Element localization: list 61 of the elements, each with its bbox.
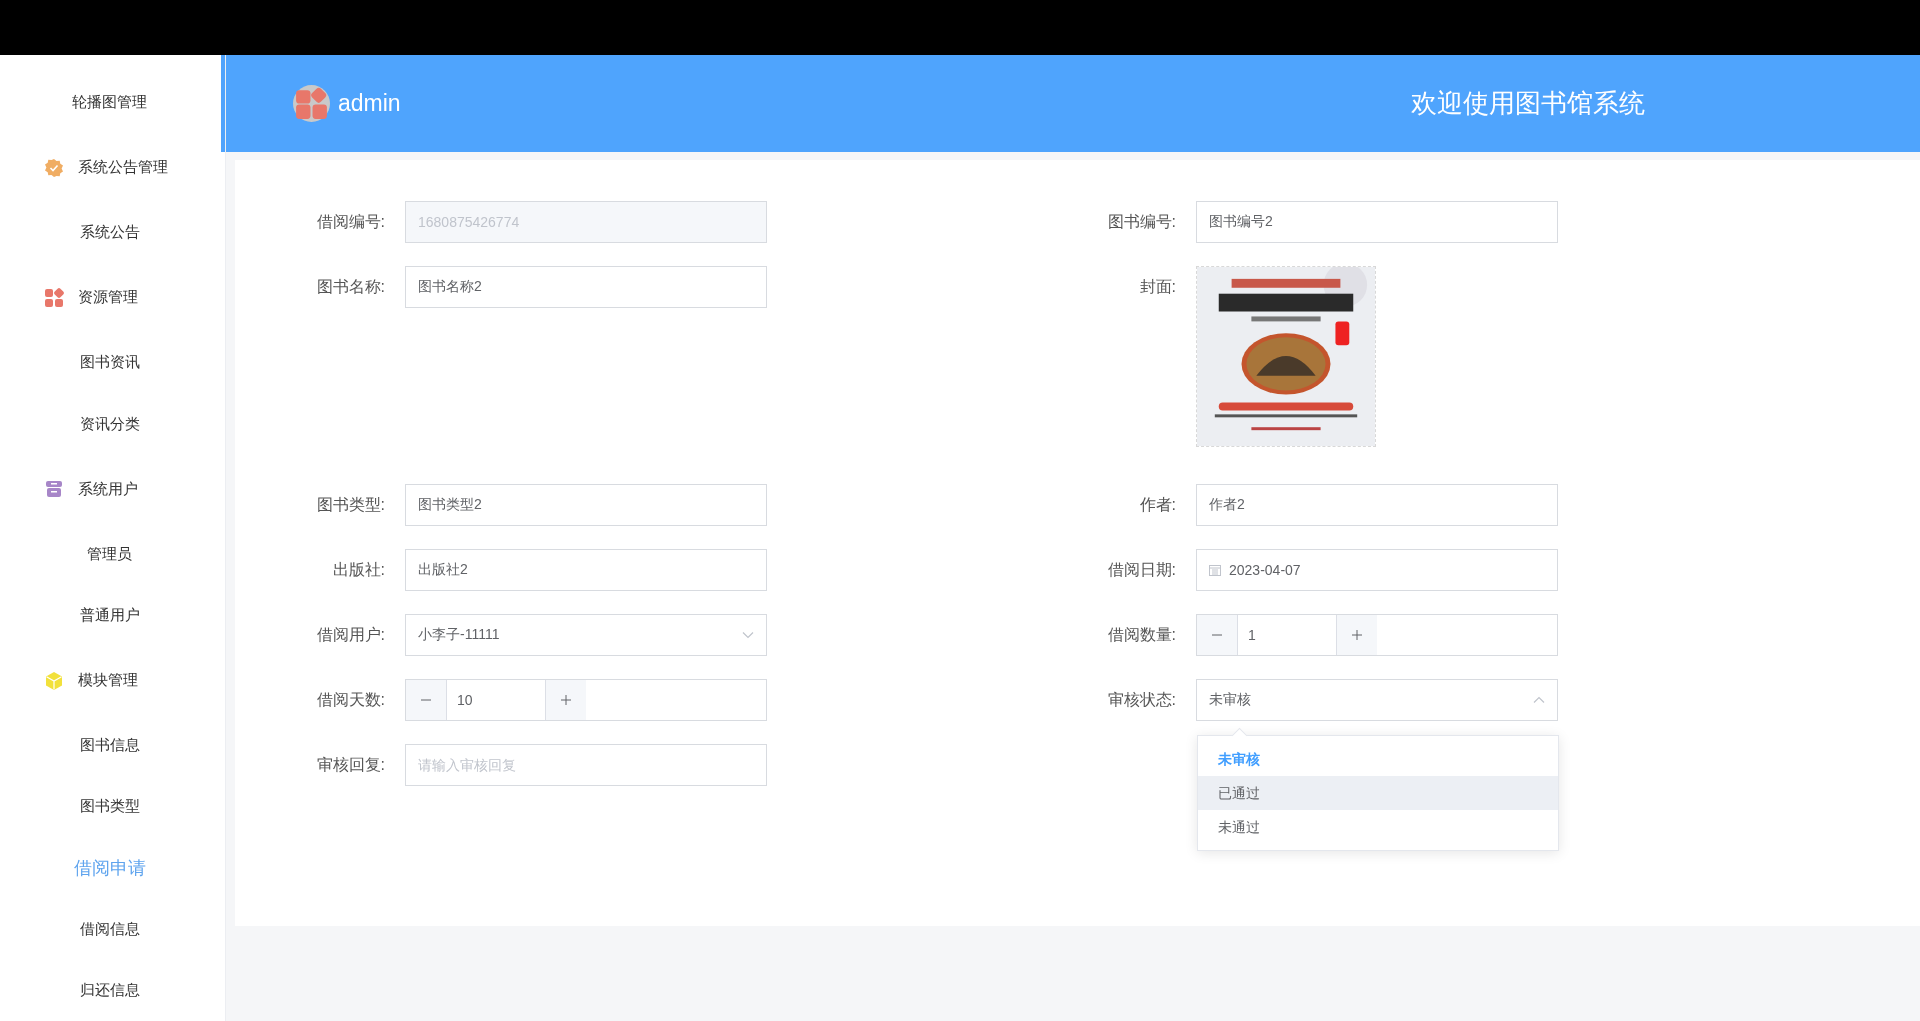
sidebar-item[interactable]: 图书资讯 — [0, 332, 225, 394]
field-label: 借阅日期: — [1106, 560, 1177, 580]
scrollbar-thumb[interactable] — [221, 55, 225, 152]
sidebar-item[interactable]: 归还信息 — [0, 959, 225, 1021]
input-field[interactable]: 图书编号2 — [1196, 201, 1558, 243]
number-input[interactable]: 1 — [1237, 615, 1337, 655]
date-value: 2023-04-07 — [1229, 562, 1301, 578]
sidebar-item[interactable]: 轮播图管理 — [0, 72, 225, 134]
number-field[interactable]: 10 — [405, 679, 767, 721]
page-title: 欢迎使用图书馆系统 — [1411, 87, 1645, 120]
group-label: 系统用户 — [78, 479, 138, 499]
group-label: 系统公告管理 — [78, 158, 168, 178]
field-label: 图书类型: — [315, 495, 386, 515]
decrement-button[interactable] — [1197, 615, 1237, 655]
select-value: 未审核 — [1209, 691, 1251, 709]
sidebar-item[interactable]: 系统公告 — [0, 202, 225, 264]
user-name: admin — [338, 90, 401, 117]
sidebar-group[interactable]: 系统用户 — [0, 454, 225, 524]
sidebar-item[interactable]: 普通用户 — [0, 584, 225, 647]
field-label: 图书名称: — [315, 277, 386, 297]
group-label: 模块管理 — [78, 671, 138, 691]
number-field[interactable]: 1 — [1196, 614, 1558, 656]
plus-icon — [560, 694, 572, 706]
plus-icon — [1351, 629, 1363, 641]
sidebar-item[interactable]: 借阅信息 — [0, 898, 225, 960]
group-label: 资源管理 — [78, 288, 138, 308]
number-input[interactable]: 10 — [446, 680, 546, 720]
sidebar-group[interactable]: 模块管理 — [0, 646, 225, 716]
sidebar-group[interactable]: 系统公告管理 — [0, 133, 225, 203]
select-field[interactable]: 未审核 — [1196, 679, 1558, 721]
field-label: 图书编号: — [1106, 212, 1177, 232]
sidebar-item[interactable]: 图书信息 — [0, 715, 225, 777]
input-field[interactable]: 图书名称2 — [405, 266, 767, 308]
select-value: 小李子-11111 — [418, 626, 500, 644]
dropdown-option[interactable]: 已通过 — [1198, 776, 1558, 810]
field-label: 借阅用户: — [315, 625, 386, 645]
increment-button[interactable] — [546, 680, 586, 720]
calendar-icon — [1209, 564, 1221, 576]
field-label: 借阅天数: — [315, 690, 386, 710]
field-label: 出版社: — [331, 560, 386, 580]
field-label: 封面: — [1138, 277, 1177, 297]
sidebar-group[interactable]: 资源管理 — [0, 263, 225, 333]
input-field[interactable]: 作者2 — [1196, 484, 1558, 526]
input-field[interactable]: 出版社2 — [405, 549, 767, 591]
chevron-icon — [1533, 696, 1545, 704]
field-label: 审核回复: — [315, 755, 386, 775]
sidebar-item[interactable]: 图书类型 — [0, 776, 225, 838]
field-label: 审核状态: — [1106, 690, 1177, 710]
chevron-icon — [742, 631, 754, 639]
avatar-icon — [293, 85, 330, 122]
dropdown-option[interactable]: 未通过 — [1198, 810, 1558, 844]
select-field[interactable]: 小李子-11111 — [405, 614, 767, 656]
sidebar-item[interactable]: 管理员 — [0, 523, 225, 585]
field-label: 借阅数量: — [1106, 625, 1177, 645]
field-label: 作者: — [1138, 495, 1177, 515]
increment-button[interactable] — [1337, 615, 1377, 655]
input-field[interactable]: 图书类型2 — [405, 484, 767, 526]
sidebar-item[interactable]: 资讯分类 — [0, 393, 225, 455]
decrement-button[interactable] — [406, 680, 446, 720]
field-label: 借阅编号: — [315, 212, 386, 232]
date-field[interactable]: 2023-04-07 — [1196, 549, 1558, 591]
